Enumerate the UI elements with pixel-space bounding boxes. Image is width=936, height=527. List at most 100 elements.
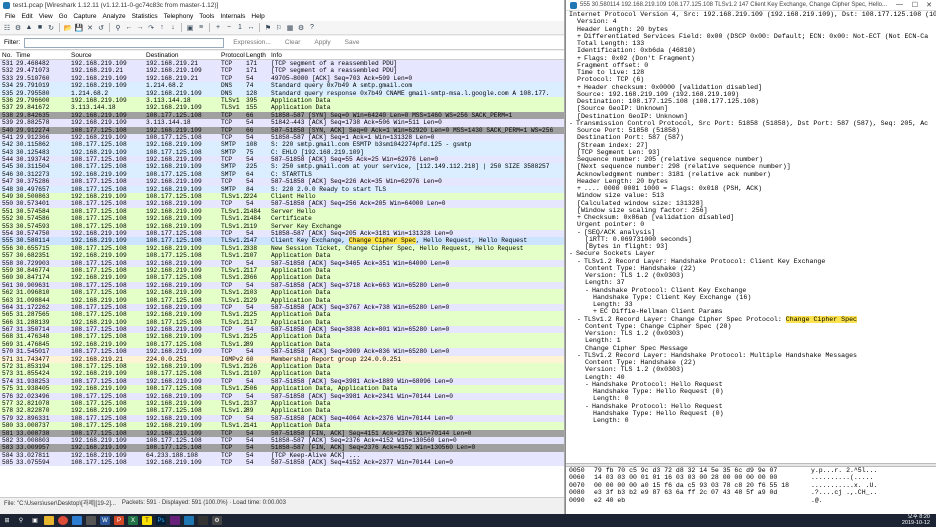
collapse-icon[interactable]: -: [569, 120, 573, 127]
detail-tree-line[interactable]: - Handshake Protocol: Hello Request: [566, 381, 936, 388]
detail-tree-line[interactable]: Version: 4: [566, 18, 936, 25]
close-file-icon[interactable]: ✕: [85, 23, 95, 33]
detail-tree-line[interactable]: Content Type: Handshake (22): [566, 265, 936, 272]
packet-row[interactable]: 531 29.468482 192.168.219.109 192.168.219.2…: [0, 60, 564, 68]
detail-tree-line[interactable]: + Flags: 0x02 (Don't Fragment): [566, 55, 936, 62]
first-packet-icon[interactable]: ↑: [157, 23, 167, 33]
menu-statistics[interactable]: Statistics: [129, 13, 161, 20]
packet-row[interactable]: 560 30.847174 192.168.219.109 108.177.125.1…: [0, 274, 564, 282]
detail-tree-line[interactable]: + EC Diffie-Hellman Client Params: [566, 308, 936, 315]
open-file-icon[interactable]: 📂: [63, 23, 73, 33]
column-time[interactable]: Time: [16, 52, 30, 59]
detail-tree-line[interactable]: + Differentiated Services Field: 0x00 (DS…: [566, 33, 936, 40]
detail-tree-line[interactable]: Urgent pointer: 0: [566, 221, 936, 228]
detail-tree-line[interactable]: - TLSv1.2 Record Layer: Handshake Protoco…: [566, 258, 936, 265]
packet-row[interactable]: 537 29.841672 3.113.144.18 192.168.219.109 T…: [0, 104, 564, 112]
packet-row[interactable]: 532 29.471073 192.168.219.21 192.168.219.10…: [0, 67, 564, 75]
zoom-out-icon[interactable]: −: [224, 23, 234, 33]
detail-tree-line[interactable]: Window size value: 513: [566, 192, 936, 199]
packet-row[interactable]: 581 33.008738 108.177.125.108 192.168.219.1…: [0, 429, 564, 437]
detail-tree-line[interactable]: Source Port: 51858 (51858): [566, 127, 936, 134]
detail-tree-line[interactable]: Protocol: TCP (6): [566, 76, 936, 83]
detail-tree-line[interactable]: - TLSv1.2 Record Layer: Handshake Protoco…: [566, 352, 936, 359]
collapse-icon[interactable]: -: [577, 258, 581, 265]
packet-row[interactable]: 571 31.743477 192.168.219.21 224.0.0.251 IGM…: [0, 355, 564, 364]
packet-row[interactable]: 579 32.896331 108.177.125.108 192.168.219.1…: [0, 414, 564, 423]
detail-tree-line[interactable]: - TLSv1.2 Record Layer: Change Cipher Spe…: [566, 315, 936, 323]
expand-icon[interactable]: +: [577, 33, 581, 40]
coloring-rules-icon[interactable]: ▦: [285, 23, 295, 33]
interface-list-icon[interactable]: ☷: [2, 23, 12, 33]
photoshop-icon[interactable]: Ps: [156, 516, 166, 525]
packet-row[interactable]: 557 30.682351 192.168.219.109 108.177.125.1…: [0, 252, 564, 260]
detail-tree-line[interactable]: +.... 0000 0001 1000 = Flags: 0x018 (PSH…: [566, 185, 936, 192]
restart-capture-icon[interactable]: ↻: [46, 23, 56, 33]
column-info[interactable]: Info: [271, 52, 282, 59]
filter-save-button[interactable]: Save: [340, 39, 365, 46]
go-to-packet-icon[interactable]: ↷: [146, 23, 156, 33]
packet-row[interactable]: 556 30.655715 108.177.125.108 192.168.219.1…: [0, 244, 564, 253]
detail-tree-line[interactable]: Acknowledgment number: 3181 (relative ac…: [566, 171, 936, 178]
collapse-icon[interactable]: -: [577, 316, 581, 323]
packet-row[interactable]: 561 30.909631 108.177.125.108 192.168.219.1…: [0, 281, 564, 290]
packet-row[interactable]: 566 31.288139 192.168.219.109 108.177.125.1…: [0, 318, 564, 327]
packet-row[interactable]: 562 31.096810 108.177.125.108 192.168.219.1…: [0, 289, 564, 297]
menu-edit[interactable]: Edit: [18, 13, 35, 20]
go-forward-icon[interactable]: →: [135, 23, 145, 33]
packet-row[interactable]: 564 31.172262 108.177.125.108 192.168.219.1…: [0, 303, 564, 312]
menu-analyze[interactable]: Analyze: [99, 13, 128, 20]
detail-tree-line[interactable]: - Secure Sockets Layer: [566, 250, 936, 257]
packet-row[interactable]: 534 29.791019 192.168.219.109 1.214.68.2 DNS…: [0, 82, 564, 90]
filter-expression-button[interactable]: Expression...: [228, 39, 276, 46]
collapse-icon[interactable]: -: [577, 229, 581, 236]
packet-row[interactable]: 580 33.008737 108.177.125.108 192.168.219.1…: [0, 422, 564, 430]
menu-internals[interactable]: Internals: [217, 13, 248, 20]
visual-studio-icon[interactable]: [170, 516, 180, 525]
packet-row[interactable]: 538 29.842635 192.168.219.109 108.177.125.1…: [0, 111, 564, 120]
detail-tree-line[interactable]: [Window size scaling factor: 256]: [566, 207, 936, 214]
word-icon[interactable]: W: [100, 516, 110, 525]
column-protocol[interactable]: Protocol: [221, 52, 245, 59]
menu-telephony[interactable]: Telephony: [161, 13, 197, 20]
packet-row[interactable]: 577 32.821078 108.177.125.108 192.168.219.1…: [0, 399, 564, 408]
capture-options-icon[interactable]: ⚙: [13, 23, 23, 33]
collapse-icon[interactable]: -: [585, 381, 589, 388]
column-no[interactable]: No.: [2, 52, 12, 59]
menu-go[interactable]: Go: [56, 13, 71, 20]
settings-icon[interactable]: ⚙: [212, 516, 222, 525]
detail-tree-line[interactable]: Handshake Type: Hello Request (0): [566, 410, 936, 417]
edge-icon[interactable]: [72, 516, 82, 525]
file-explorer-icon[interactable]: [44, 516, 54, 525]
packet-row[interactable]: 555 30.580114 192.168.219.109 108.177.125.1…: [0, 237, 564, 245]
preferences-icon[interactable]: ⚙: [296, 23, 306, 33]
detail-tree-line[interactable]: [Destination GeoIP: Unknown]: [566, 113, 936, 120]
detail-tree-line[interactable]: [Bytes in flight: 93]: [566, 243, 936, 250]
column-length[interactable]: Length: [246, 52, 266, 59]
packet-row[interactable]: 569 31.476845 192.168.219.109 108.177.125.1…: [0, 340, 564, 349]
collapse-icon[interactable]: -: [569, 250, 573, 257]
packet-row[interactable]: 578 32.822870 192.168.219.109 108.177.125.1…: [0, 407, 564, 415]
detail-tree-line[interactable]: - Handshake Protocol: Client Key Exchange: [566, 287, 936, 294]
resize-columns-icon[interactable]: ↔: [246, 23, 256, 33]
detail-tree-line[interactable]: Change Cipher Spec Message: [566, 345, 936, 352]
packet-row[interactable]: 545 30.311504 108.177.125.108 192.168.219.1…: [0, 163, 564, 171]
hex-row[interactable]: 0070 00 00 00 00 a0 15 f6 da c5 93 03 78 …: [566, 482, 936, 489]
packet-row[interactable]: 549 30.500863 192.168.219.109 108.177.125.1…: [0, 193, 564, 201]
find-packet-icon[interactable]: ⚲: [113, 23, 123, 33]
expand-icon[interactable]: +: [577, 84, 581, 91]
packet-row[interactable]: 535 29.795580 1.214.68.2 192.168.219.109 DNS…: [0, 89, 564, 97]
detail-tree-line[interactable]: Destination Port: 587 (587): [566, 134, 936, 141]
packet-row[interactable]: 576 32.023496 108.177.125.108 192.168.219.1…: [0, 392, 564, 400]
hex-row[interactable]: 0090 e2 40 eb .@.: [566, 497, 936, 504]
detail-tree-line[interactable]: [Calculated window size: 131328]: [566, 200, 936, 207]
save-file-icon[interactable]: 💾: [74, 23, 84, 33]
chrome-icon[interactable]: [58, 516, 68, 525]
hex-row[interactable]: 0050 79 fb 70 c5 9c d3 72 d8 32 14 5e 35 …: [566, 467, 936, 474]
wireshark-taskbar-icon[interactable]: [184, 516, 194, 525]
detail-tree-line[interactable]: - [SEQ/ACK analysis]: [566, 229, 936, 236]
detail-tree-line[interactable]: [Stream index: 27]: [566, 142, 936, 149]
packet-row[interactable]: 553 30.574593 108.177.125.108 192.168.219.1…: [0, 222, 564, 230]
detail-tree-line[interactable]: Header Length: 20 bytes: [566, 26, 936, 33]
powerpoint-icon[interactable]: P: [114, 516, 124, 525]
detail-tree-line[interactable]: Total Length: 133: [566, 40, 936, 47]
